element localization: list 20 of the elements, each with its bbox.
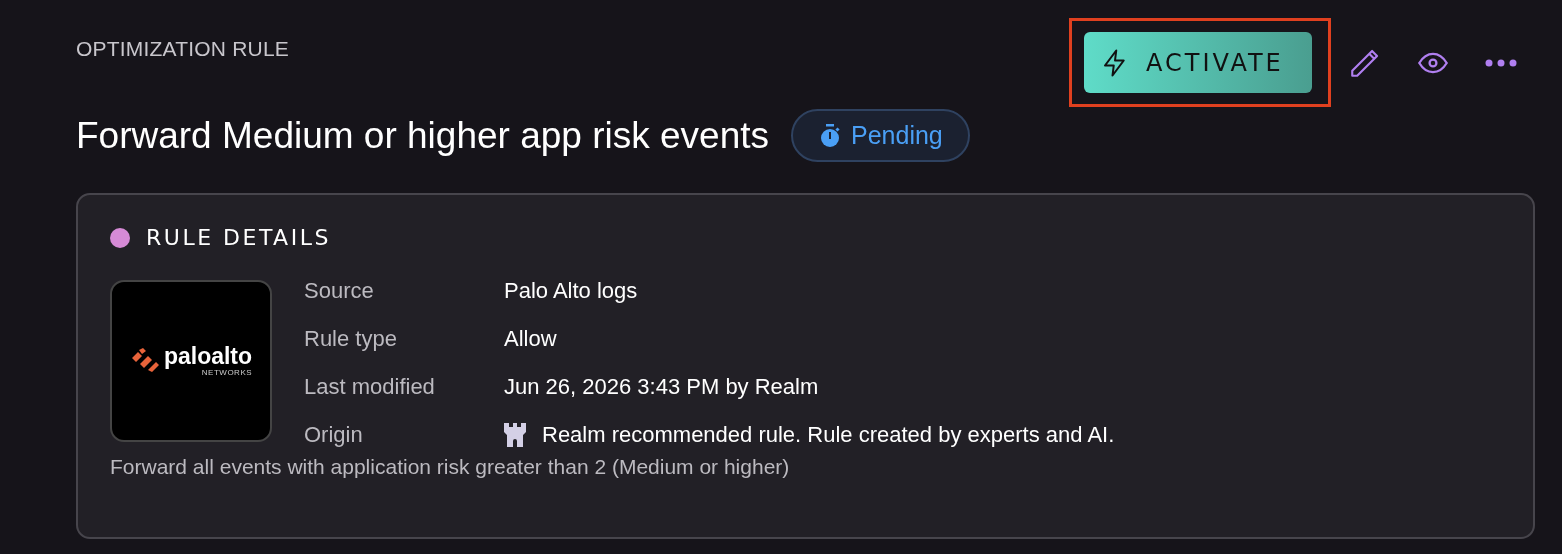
field-value: Realm recommended rule. Rule created by experts and AI. bbox=[542, 421, 1115, 449]
page-label: OPTIMIZATION RULE bbox=[76, 37, 290, 61]
more-icon bbox=[1484, 57, 1518, 68]
field-label: Last modified bbox=[304, 373, 436, 401]
stopwatch-icon bbox=[819, 123, 841, 148]
status-badge: Pending bbox=[791, 109, 970, 162]
card-title: RULE DETAILS bbox=[146, 225, 331, 250]
rule-description: Forward all events with application risk greater than 2 (Medium or higher) bbox=[110, 455, 791, 479]
field-value: Jun 26, 2026 3:43 PM by Realm bbox=[504, 373, 819, 401]
field-label: Rule type bbox=[304, 325, 398, 353]
rule-title: Forward Medium or higher app risk events bbox=[76, 114, 769, 157]
logo-subline: NETWORKS bbox=[201, 368, 253, 377]
eye-icon bbox=[1417, 50, 1449, 75]
field-value: Palo Alto logs bbox=[504, 277, 638, 305]
field-value: Allow bbox=[504, 325, 557, 353]
field-label: Source bbox=[304, 277, 375, 305]
logo-wordmark: paloalto bbox=[163, 345, 253, 368]
activate-button[interactable]: ACTIVATE bbox=[1084, 32, 1312, 93]
field-label: Origin bbox=[304, 421, 364, 449]
castle-icon bbox=[504, 422, 526, 447]
